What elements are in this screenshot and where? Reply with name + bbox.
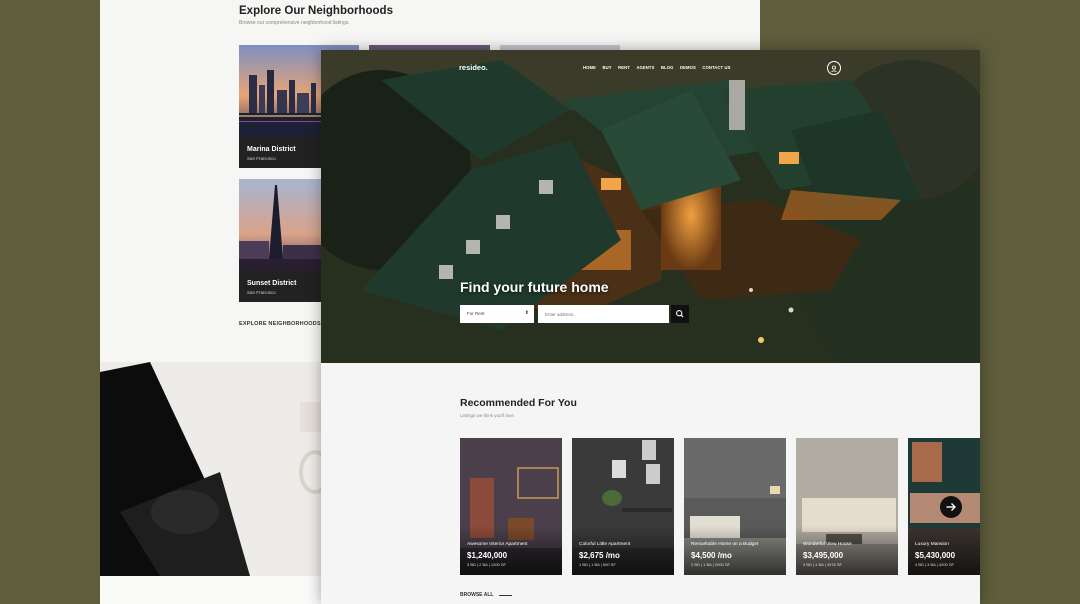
chevron-updown-icon: ⬍ — [524, 310, 529, 316]
listing-meta: 4 BD | 3 BA | 4200 SF — [915, 562, 954, 567]
listing-card[interactable]: Wonderful View House $3,495,000 3 BD | 4… — [796, 438, 898, 575]
listing-meta: 2 BD | 1 BA | 2000 SF — [691, 562, 730, 567]
front-page: resideo. HOME BUY RENT AGENTS BLOG DEMOS… — [321, 50, 980, 604]
search-button[interactable] — [671, 305, 689, 323]
nav-home[interactable]: HOME — [583, 65, 596, 70]
site-logo[interactable]: resideo. — [459, 63, 488, 72]
nav-demos[interactable]: DEMOS — [680, 65, 696, 70]
listing-meta: 1 BD | 1 BA | 500 SF — [579, 562, 616, 567]
nav-rent[interactable]: RENT — [618, 65, 630, 70]
user-icon[interactable] — [827, 61, 841, 75]
search-icon — [676, 310, 684, 318]
neighborhoods-subtitle: Browse our comprehensive neighborhood li… — [239, 20, 350, 26]
listing-type-value: For Rent — [467, 311, 485, 316]
recommended-subtitle: Listings we think you'll love. — [460, 413, 516, 418]
carousel-next-button[interactable] — [940, 496, 962, 518]
listing-title: Awesome Interior Apartment — [467, 542, 528, 547]
hero-section: resideo. HOME BUY RENT AGENTS BLOG DEMOS… — [321, 50, 980, 363]
listing-price: $5,430,000 — [915, 551, 956, 560]
listing-title: Remarkable Home on a Budget — [691, 542, 759, 547]
address-search-input[interactable] — [538, 305, 669, 323]
browse-all-link[interactable]: BROWSE ALL — [460, 592, 493, 598]
listing-title: Luxury Mansion — [915, 542, 949, 547]
nav-buy[interactable]: BUY — [602, 65, 611, 70]
listing-meta: 3 BD | 4 BA | 4576 SF — [803, 562, 842, 567]
listing-meta: 3 BD | 2 BA | 1200 SF — [467, 562, 506, 567]
listing-card[interactable]: Remarkable Home on a Budget $4,500 /mo 2… — [684, 438, 786, 575]
hero-title: Find your future home — [460, 279, 609, 295]
listing-type-select[interactable]: For Rent ⬍ — [460, 305, 534, 323]
listing-price: $3,495,000 — [803, 551, 844, 560]
main-nav: HOME BUY RENT AGENTS BLOG DEMOS CONTACT … — [583, 65, 737, 70]
listing-title: Wonderful View House — [803, 542, 852, 547]
listing-card[interactable]: Colorful Little Apartment $2,675 /mo 1 B… — [572, 438, 674, 575]
nav-contact[interactable]: CONTACT US — [702, 65, 730, 70]
recommended-title: Recommended For You — [460, 397, 577, 409]
neighborhood-city: San Francisco — [247, 156, 276, 161]
listing-price: $2,675 /mo — [579, 551, 620, 560]
neighborhood-name: Sunset District — [247, 280, 297, 287]
neighborhoods-title: Explore Our Neighborhoods — [239, 5, 393, 17]
listing-title: Colorful Little Apartment — [579, 542, 631, 547]
neighborhood-city: San Francisco — [247, 290, 276, 295]
neighborhood-name: Marina District — [247, 146, 296, 153]
explore-neighborhoods-link[interactable]: EXPLORE NEIGHBORHOODS — [239, 321, 321, 327]
listing-card[interactable]: Awesome Interior Apartment $1,240,000 3 … — [460, 438, 562, 575]
arrow-right-icon — [946, 503, 956, 511]
browse-all-underline — [499, 595, 512, 596]
listing-price: $4,500 /mo — [691, 551, 732, 560]
nav-agents[interactable]: AGENTS — [636, 65, 654, 70]
nav-blog[interactable]: BLOG — [661, 65, 674, 70]
listing-price: $1,240,000 — [467, 551, 508, 560]
